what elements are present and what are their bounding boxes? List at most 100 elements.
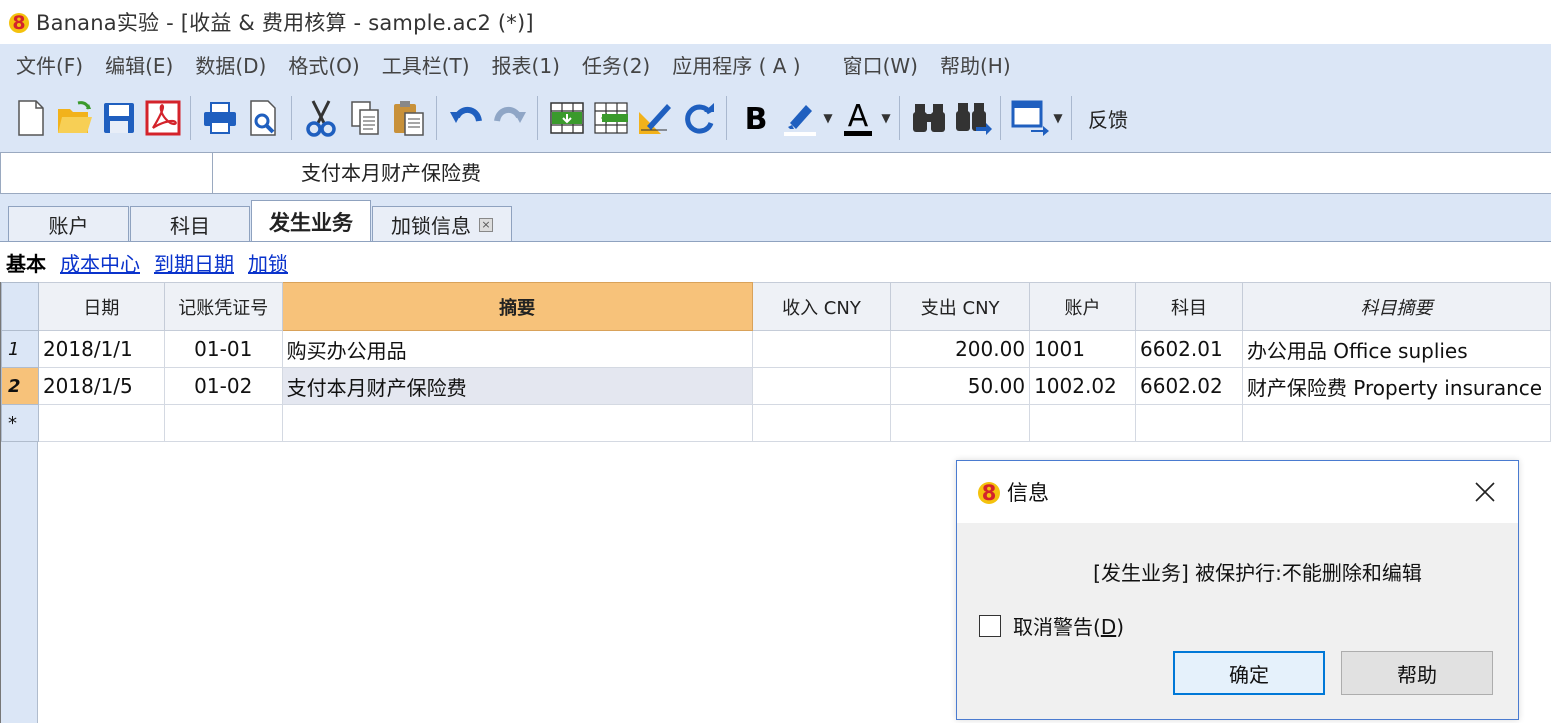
tab-accounts[interactable]: 账户: [8, 206, 129, 242]
toolbar-separator: [899, 96, 900, 140]
table-header-row: 日期 记账凭证号 摘要 收入 CNY 支出 CNY 账户 科目 科目摘要: [1, 282, 1551, 331]
close-icon[interactable]: [1470, 477, 1500, 507]
toolbar-separator: [190, 96, 191, 140]
menu-apps[interactable]: 应用程序 ( A ): [660, 50, 810, 79]
chevron-down-icon[interactable]: ▼: [821, 93, 835, 143]
column-header-description[interactable]: 摘要: [281, 282, 753, 331]
column-header-income[interactable]: 收入 CNY: [751, 282, 892, 331]
view-bar: 基本 成本中心 到期日期 加锁: [0, 242, 1551, 282]
cell-date[interactable]: 2018/1/5: [37, 367, 165, 405]
cell-doc[interactable]: 01-02: [163, 367, 283, 405]
column-header-account[interactable]: 账户: [1029, 282, 1136, 331]
close-icon[interactable]: ×: [479, 217, 493, 232]
table-row-new[interactable]: *: [1, 404, 1551, 442]
table-row[interactable]: 2 2018/1/5 01-02 支付本月财产保险费 50.00 1002.02…: [1, 367, 1551, 405]
cell-empty[interactable]: [1135, 404, 1243, 442]
cut-icon[interactable]: [300, 93, 342, 143]
menu-tools[interactable]: 工具栏(T): [370, 50, 480, 79]
redo-icon[interactable]: [489, 93, 531, 143]
toolbar-separator: [1071, 96, 1072, 140]
tab-transactions[interactable]: 发生业务: [251, 200, 371, 243]
cell-expense[interactable]: 200.00: [890, 330, 1031, 368]
ok-button[interactable]: 确定: [1173, 651, 1325, 695]
save-icon[interactable]: [98, 93, 140, 143]
corner-cell[interactable]: [1, 282, 39, 331]
new-row-marker[interactable]: *: [1, 404, 39, 442]
delete-row-icon[interactable]: [590, 93, 632, 143]
cell-empty[interactable]: [1029, 404, 1136, 442]
tab-lock-info[interactable]: 加锁信息 ×: [372, 206, 512, 242]
view-link-cost-center[interactable]: 成本中心: [60, 248, 140, 277]
cell-expense[interactable]: 50.00: [890, 367, 1031, 405]
table-row[interactable]: 1 2018/1/1 01-01 购买办公用品 200.00 1001 6602…: [1, 330, 1551, 368]
recalculate-icon[interactable]: [678, 93, 720, 143]
print-preview-icon[interactable]: [243, 93, 285, 143]
svg-text:A: A: [848, 99, 869, 134]
view-link-lock[interactable]: 加锁: [248, 248, 288, 277]
insert-row-icon[interactable]: [546, 93, 588, 143]
cell-account[interactable]: 1001: [1029, 330, 1136, 368]
suppress-warning-option[interactable]: 取消警告(D): [979, 611, 1124, 640]
dialog-message: [发生业务] 被保护行:不能删除和编辑: [1093, 561, 1422, 585]
cell-empty[interactable]: [751, 404, 892, 442]
menu-data[interactable]: 数据(D): [183, 50, 276, 79]
find-icon[interactable]: [908, 93, 950, 143]
chevron-down-icon[interactable]: ▼: [1051, 93, 1065, 143]
help-button[interactable]: 帮助: [1341, 651, 1493, 695]
cell-empty[interactable]: [890, 404, 1031, 442]
window-icon[interactable]: [1009, 93, 1051, 143]
paste-icon[interactable]: [388, 93, 430, 143]
cell-empty[interactable]: [37, 404, 165, 442]
column-header-date[interactable]: 日期: [37, 282, 165, 331]
cell-category-desc[interactable]: 办公用品 Office suplies: [1241, 330, 1551, 368]
row-number[interactable]: 1: [1, 330, 39, 368]
highlight-icon[interactable]: [779, 93, 821, 143]
suppress-warning-checkbox[interactable]: [979, 614, 1001, 637]
menu-help[interactable]: 帮助(H): [928, 50, 1021, 79]
font-color-icon[interactable]: A: [837, 93, 879, 143]
chevron-down-icon[interactable]: ▼: [879, 93, 893, 143]
new-file-icon[interactable]: [10, 93, 52, 143]
dialog-title-bar[interactable]: 8 信息: [957, 461, 1518, 523]
cell-category-desc[interactable]: 财产保险费 Property insurance: [1241, 367, 1551, 405]
toolbar-separator: [537, 96, 538, 140]
menu-tasks[interactable]: 任务(2): [570, 50, 660, 79]
column-header-expense[interactable]: 支出 CNY: [890, 282, 1031, 331]
cell-empty[interactable]: [1241, 404, 1551, 442]
tab-categories[interactable]: 科目: [130, 206, 250, 242]
cell-description[interactable]: 购买办公用品: [281, 330, 753, 368]
cell-account[interactable]: 1002.02: [1029, 367, 1136, 405]
cell-description[interactable]: 支付本月财产保险费: [281, 367, 753, 405]
column-header-category-desc[interactable]: 科目摘要: [1241, 282, 1551, 331]
feedback-button[interactable]: 反馈: [1088, 104, 1128, 133]
open-folder-icon[interactable]: [54, 93, 96, 143]
print-icon[interactable]: [199, 93, 241, 143]
toolbar: B ▼ A ▼ ▼ 反馈: [0, 84, 1551, 152]
view-basic[interactable]: 基本: [6, 248, 46, 277]
cell-income[interactable]: [751, 367, 892, 405]
cell-date[interactable]: 2018/1/1: [37, 330, 165, 368]
cell-category[interactable]: 6602.02: [1135, 367, 1243, 405]
bold-icon[interactable]: B: [735, 93, 777, 143]
menu-window[interactable]: 窗口(W): [831, 50, 928, 79]
row-number[interactable]: 2: [1, 367, 39, 405]
menu-format[interactable]: 格式(O): [276, 50, 369, 79]
cell-empty[interactable]: [163, 404, 283, 442]
column-header-category[interactable]: 科目: [1135, 282, 1243, 331]
cell-income[interactable]: [751, 330, 892, 368]
column-header-doc[interactable]: 记账凭证号: [163, 282, 283, 331]
copy-icon[interactable]: [344, 93, 386, 143]
cell-empty[interactable]: [281, 404, 753, 442]
cell-reference-field[interactable]: [0, 153, 213, 193]
find-next-icon[interactable]: [952, 93, 994, 143]
view-link-due-date[interactable]: 到期日期: [154, 248, 234, 277]
pdf-icon[interactable]: [142, 93, 184, 143]
cell-category[interactable]: 6602.01: [1135, 330, 1243, 368]
cell-doc[interactable]: 01-01: [163, 330, 283, 368]
menu-file[interactable]: 文件(F): [0, 50, 93, 79]
menu-reports[interactable]: 报表(1): [480, 50, 570, 79]
edit-icon[interactable]: [634, 93, 676, 143]
cell-content-field[interactable]: 支付本月财产保险费: [213, 153, 481, 193]
menu-edit[interactable]: 编辑(E): [93, 50, 183, 79]
undo-icon[interactable]: [445, 93, 487, 143]
